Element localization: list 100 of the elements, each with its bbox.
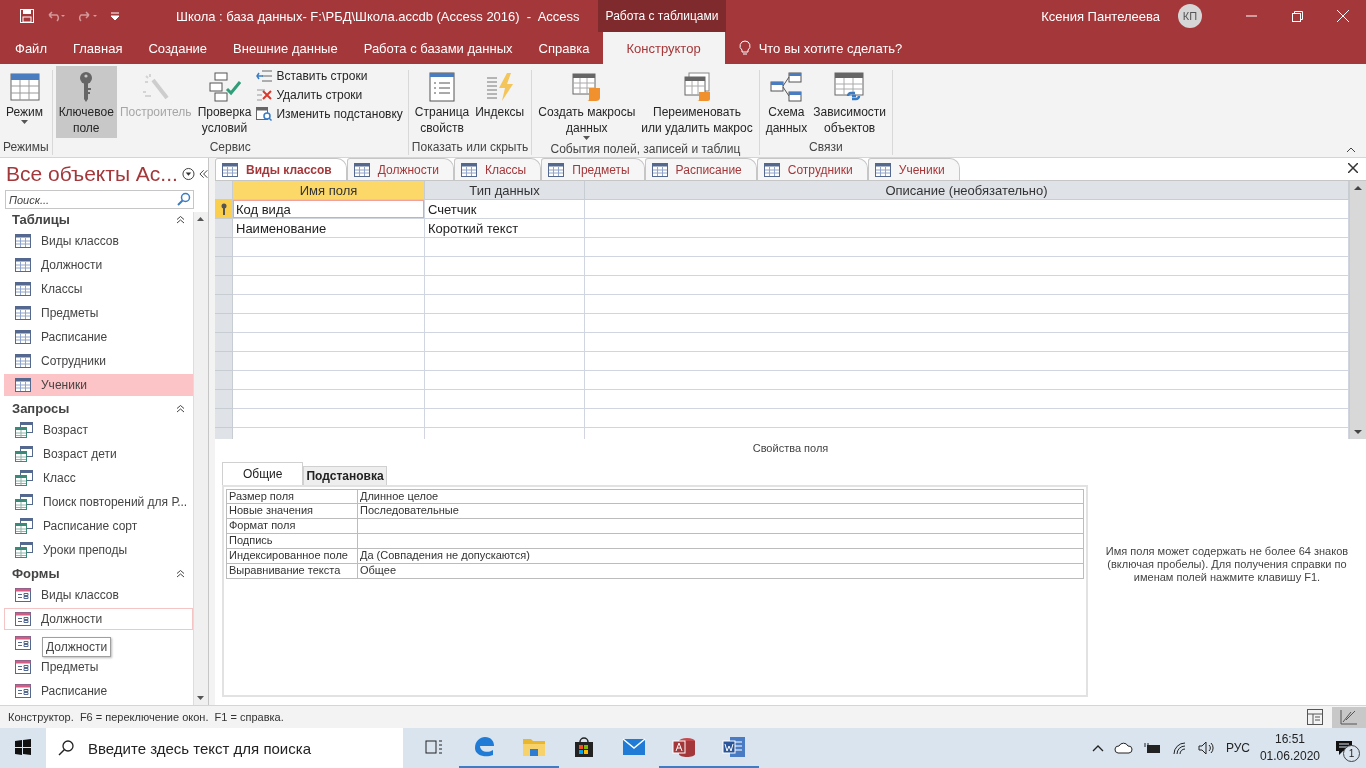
wifi-icon[interactable] [1171, 741, 1188, 755]
collapse-ribbon-icon[interactable] [1346, 147, 1356, 153]
collapse-icon[interactable] [176, 569, 185, 578]
property-value[interactable]: Последовательные [358, 504, 1084, 519]
ribbon-button[interactable]: Изменить подстановку [254, 106, 405, 122]
navigation-item[interactable]: Расписание сорт [4, 515, 193, 537]
table-cell[interactable] [585, 371, 1349, 390]
navigation-item[interactable]: Поиск повторений для Р... [4, 491, 193, 513]
collapse-icon[interactable] [176, 404, 185, 413]
document-tab[interactable]: Виды классов [215, 158, 347, 180]
navigation-item[interactable]: Должности [4, 254, 193, 276]
navigation-item[interactable]: Уроки преподы [4, 539, 193, 561]
ribbon-button[interactable]: Страница свойств [411, 66, 473, 138]
ribbon-button[interactable]: Создать макросы данных [535, 66, 639, 142]
table-cell[interactable] [425, 295, 585, 314]
table-cell[interactable] [233, 371, 425, 390]
navigation-item[interactable]: Возраст [4, 419, 193, 441]
table-cell[interactable] [233, 390, 425, 409]
table-cell[interactable] [585, 238, 1349, 257]
start-icon[interactable] [15, 739, 31, 755]
ribbon-button[interactable]: Режим [3, 66, 46, 136]
document-tab[interactable]: Расписание [644, 158, 757, 180]
ribbon-tab[interactable]: Работа с базами данных [350, 32, 526, 64]
search-icon[interactable] [177, 192, 191, 206]
ribbon-tab[interactable]: Главная [59, 32, 136, 64]
navigation-item[interactable]: Ученики [4, 374, 193, 396]
chevron-up-icon[interactable] [1091, 744, 1104, 752]
close-icon[interactable] [1348, 163, 1358, 173]
collapse-icon[interactable] [176, 215, 185, 224]
table-cell[interactable] [425, 352, 585, 371]
navigation-item[interactable]: Расписание [4, 326, 193, 348]
navigation-item[interactable]: Возраст дети [4, 443, 193, 465]
table-cell[interactable] [425, 333, 585, 352]
document-tab[interactable]: Должности [346, 158, 454, 180]
ribbon-tab[interactable]: Создание [135, 32, 221, 64]
table-cell[interactable]: Короткий текст [425, 219, 585, 238]
document-tab[interactable]: Классы [453, 158, 542, 180]
table-cell[interactable] [585, 409, 1349, 428]
task-view-icon[interactable] [425, 739, 443, 755]
ribbon-button[interactable]: Проверка условий [194, 66, 255, 138]
redo-icon[interactable] [78, 10, 98, 22]
navigation-item[interactable]: Предметы [4, 656, 193, 678]
table-cell[interactable] [233, 352, 425, 371]
taskbar-search-field[interactable]: Введите здесь текст для поиска [46, 728, 403, 768]
table-cell[interactable] [585, 352, 1349, 371]
save-icon[interactable] [20, 9, 34, 23]
property-value[interactable]: Длинное целое [358, 489, 1084, 504]
scrollbar[interactable] [1349, 181, 1366, 439]
table-cell[interactable] [425, 257, 585, 276]
property-value[interactable] [358, 519, 1084, 534]
table-cell[interactable] [585, 314, 1349, 333]
navigation-item[interactable]: Класс [4, 467, 193, 489]
ribbon-button[interactable]: Индексы [472, 66, 528, 136]
ribbon-tab[interactable]: Конструктор [602, 32, 725, 64]
table-cell[interactable] [425, 314, 585, 333]
table-cell[interactable] [585, 276, 1349, 295]
scrollbar[interactable] [193, 212, 208, 705]
table-cell[interactable] [425, 409, 585, 428]
ribbon-button[interactable]: Удалить строки [254, 87, 405, 103]
table-cell[interactable] [425, 238, 585, 257]
navigation-item[interactable]: Должности [4, 608, 193, 630]
ribbon-tab[interactable]: Внешние данные [220, 32, 351, 64]
table-cell[interactable] [585, 390, 1349, 409]
table-cell[interactable] [233, 333, 425, 352]
property-value[interactable] [358, 534, 1084, 549]
navigation-item[interactable]: Сотрудники [4, 350, 193, 372]
table-cell[interactable] [585, 200, 1349, 219]
document-tab[interactable]: Предметы [541, 158, 645, 180]
dropdown-icon[interactable] [181, 167, 195, 181]
table-cell[interactable]: Счетчик [425, 200, 585, 219]
property-tab[interactable]: Общие [222, 462, 304, 485]
minimize-icon[interactable] [1245, 15, 1257, 17]
row-selector[interactable] [215, 200, 233, 219]
clock[interactable]: 16:51 01.06.2020 [1259, 731, 1320, 765]
table-cell[interactable] [233, 314, 425, 333]
table-cell[interactable] [233, 238, 425, 257]
undo-icon[interactable] [46, 10, 66, 22]
volume-icon[interactable] [1197, 741, 1216, 755]
customize-icon[interactable] [110, 12, 120, 20]
table-cell[interactable] [425, 276, 585, 295]
navigation-item[interactable]: Расписание [4, 680, 193, 702]
ribbon-button[interactable]: Переименовать или удалить макрос [638, 66, 756, 138]
table-cell[interactable] [425, 390, 585, 409]
navigation-item[interactable]: Предметы [4, 302, 193, 324]
ribbon-button[interactable]: Зависимости объектов [810, 66, 890, 138]
ribbon-tab[interactable]: Справка [525, 32, 603, 64]
language-indicator[interactable]: РУС [1225, 741, 1250, 755]
navigation-item[interactable]: Виды классов [4, 230, 193, 252]
table-cell[interactable] [585, 333, 1349, 352]
table-cell[interactable]: Наименование [233, 219, 425, 238]
table-cell[interactable] [233, 295, 425, 314]
table-cell[interactable] [585, 257, 1349, 276]
battery-icon[interactable] [1143, 742, 1162, 754]
document-tab[interactable]: Ученики [867, 158, 960, 180]
tell-me-field[interactable]: Что вы хотите сделать? [758, 40, 903, 56]
notifications-button[interactable]: 1 [1330, 734, 1358, 762]
property-tab[interactable]: Подстановка [303, 466, 387, 485]
document-tab[interactable]: Сотрудники [756, 158, 868, 180]
table-cell[interactable] [425, 371, 585, 390]
design-view-button[interactable] [1332, 706, 1366, 728]
